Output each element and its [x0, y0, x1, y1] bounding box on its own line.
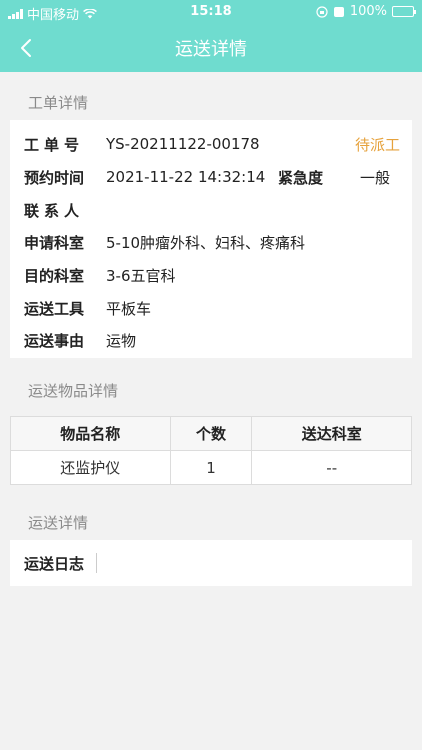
log-divider: [96, 553, 98, 573]
reason-row: 运送事由 运物: [24, 330, 136, 350]
nav-bar: 运送详情: [0, 24, 422, 72]
back-button[interactable]: [10, 32, 42, 64]
order-section-title: 工单详情: [28, 94, 89, 112]
order-card: 工单号 YS-20211122-00178 待派工 预约时间 2021-11-2…: [10, 120, 412, 358]
transport-log-label: 运送日志: [24, 554, 85, 573]
column-header-name: 物品名称: [10, 416, 171, 451]
apply-dept-value: 5-10肿瘤外科、妇科、疼痛科: [106, 233, 306, 252]
items-header-row: 物品名称 个数 送达科室: [10, 416, 412, 451]
urgency-label: 紧急度: [278, 169, 324, 187]
target-dept-row: 目的科室 3-6五官科: [24, 265, 176, 285]
urgency-value: 一般: [360, 169, 391, 187]
reason-label: 运送事由: [24, 331, 85, 350]
rotation-lock-icon: [316, 5, 328, 18]
target-dept-label: 目的科室: [24, 266, 85, 285]
tool-value: 平板车: [106, 299, 152, 318]
tool-row: 运送工具 平板车: [24, 298, 151, 318]
apply-dept-row: 申请科室 5-10肿瘤外科、妇科、疼痛科: [24, 232, 305, 252]
transport-section-title: 运送详情: [28, 514, 89, 532]
order-no-value: YS-20211122-00178: [106, 135, 260, 153]
items-table: 物品名称 个数 送达科室 还监护仪 1 --: [10, 416, 412, 485]
item-count-cell: 1: [169, 450, 253, 485]
appointment-value: 2021-11-22 14:32:14: [106, 168, 266, 186]
appointment-row: 预约时间 2021-11-22 14:32:14: [24, 167, 265, 187]
item-dept-cell: --: [251, 450, 412, 485]
transport-log-row: 运送日志: [24, 553, 105, 573]
contact-label: 联系人: [24, 201, 85, 220]
order-no-row: 工单号 YS-20211122-00178: [24, 134, 260, 154]
tool-label: 运送工具: [24, 299, 85, 318]
battery-percent: 100%: [349, 4, 387, 19]
alarm-icon: [333, 6, 344, 17]
app-header: 中国移动 15:18 100% 运送详情: [0, 0, 422, 72]
column-header-dept: 送达科室: [251, 416, 412, 451]
column-header-count: 个数: [169, 416, 253, 451]
page-title: 运送详情: [175, 39, 247, 60]
chevron-left-icon: [21, 39, 31, 57]
table-row: 还监护仪 1 --: [10, 450, 412, 485]
apply-dept-label: 申请科室: [24, 233, 85, 252]
items-section-title: 运送物品详情: [28, 382, 119, 400]
status-badge: 待派工: [354, 136, 400, 154]
contact-row: 联系人: [24, 200, 106, 220]
transport-log-card: 运送日志: [10, 540, 412, 586]
battery-icon: [392, 6, 416, 17]
appointment-label: 预约时间: [24, 168, 85, 187]
reason-value: 运物: [106, 331, 137, 350]
status-bar: 中国移动 15:18 100%: [0, 0, 422, 24]
item-name-cell: 还监护仪: [10, 450, 171, 485]
order-no-label: 工单号: [24, 135, 85, 154]
target-dept-value: 3-6五官科: [106, 266, 176, 285]
